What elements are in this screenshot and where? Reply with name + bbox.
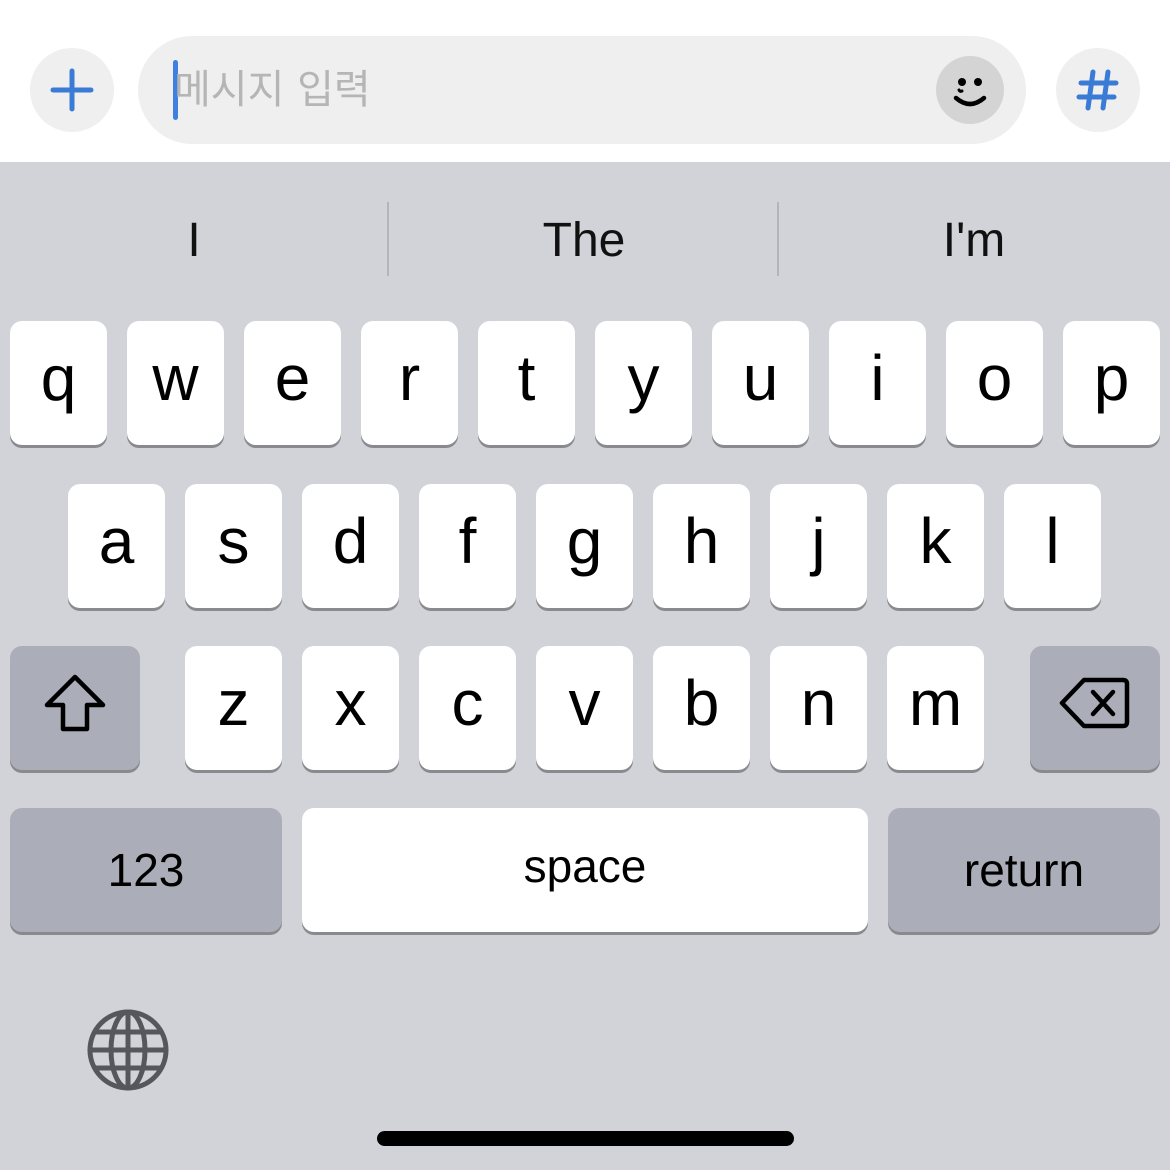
message-input[interactable] [174, 36, 914, 144]
key-x[interactable]: x [302, 646, 399, 770]
shift-icon [44, 674, 106, 732]
key-i[interactable]: i [829, 321, 926, 445]
delete-key[interactable] [1030, 646, 1160, 770]
key-c[interactable]: c [419, 646, 516, 770]
shift-key[interactable] [10, 646, 140, 770]
suggestion-2[interactable]: The [390, 202, 778, 278]
key-o[interactable]: o [946, 321, 1043, 445]
key-q[interactable]: q [10, 321, 107, 445]
key-r[interactable]: r [361, 321, 458, 445]
key-d[interactable]: d [302, 484, 399, 608]
key-n[interactable]: n [770, 646, 867, 770]
delete-icon [1059, 677, 1130, 729]
emoji-button[interactable] [936, 56, 1004, 124]
add-attachment-button[interactable] [30, 48, 114, 132]
key-t[interactable]: t [478, 321, 575, 445]
key-v[interactable]: v [536, 646, 633, 770]
key-l[interactable]: l [1004, 484, 1101, 608]
key-f[interactable]: f [419, 484, 516, 608]
key-e[interactable]: e [244, 321, 341, 445]
suggestion-3[interactable]: I'm [780, 202, 1168, 278]
suggestion-1[interactable]: I [0, 202, 388, 278]
key-p[interactable]: p [1063, 321, 1160, 445]
message-field[interactable] [138, 36, 1026, 144]
key-b[interactable]: b [653, 646, 750, 770]
key-h[interactable]: h [653, 484, 750, 608]
suggestion-divider [777, 202, 779, 276]
key-u[interactable]: u [712, 321, 809, 445]
suggestion-divider [387, 202, 389, 276]
home-indicator[interactable] [377, 1131, 794, 1146]
key-z[interactable]: z [185, 646, 282, 770]
hashtag-icon [1076, 69, 1119, 111]
key-m[interactable]: m [887, 646, 984, 770]
globe-icon[interactable] [86, 1008, 170, 1092]
key-k[interactable]: k [887, 484, 984, 608]
key-w[interactable]: w [127, 321, 224, 445]
key-a[interactable]: a [68, 484, 165, 608]
space-key[interactable]: space [302, 808, 868, 932]
hashtag-button[interactable] [1056, 48, 1140, 132]
key-y[interactable]: y [595, 321, 692, 445]
return-key[interactable]: return [888, 808, 1160, 932]
key-g[interactable]: g [536, 484, 633, 608]
key-s[interactable]: s [185, 484, 282, 608]
message-input-bar [0, 0, 1170, 162]
plus-icon [50, 68, 94, 112]
predictive-text-bar: I The I'm [0, 162, 1170, 312]
numbers-key[interactable]: 123 [10, 808, 282, 932]
smiley-icon [953, 78, 987, 107]
key-j[interactable]: j [770, 484, 867, 608]
